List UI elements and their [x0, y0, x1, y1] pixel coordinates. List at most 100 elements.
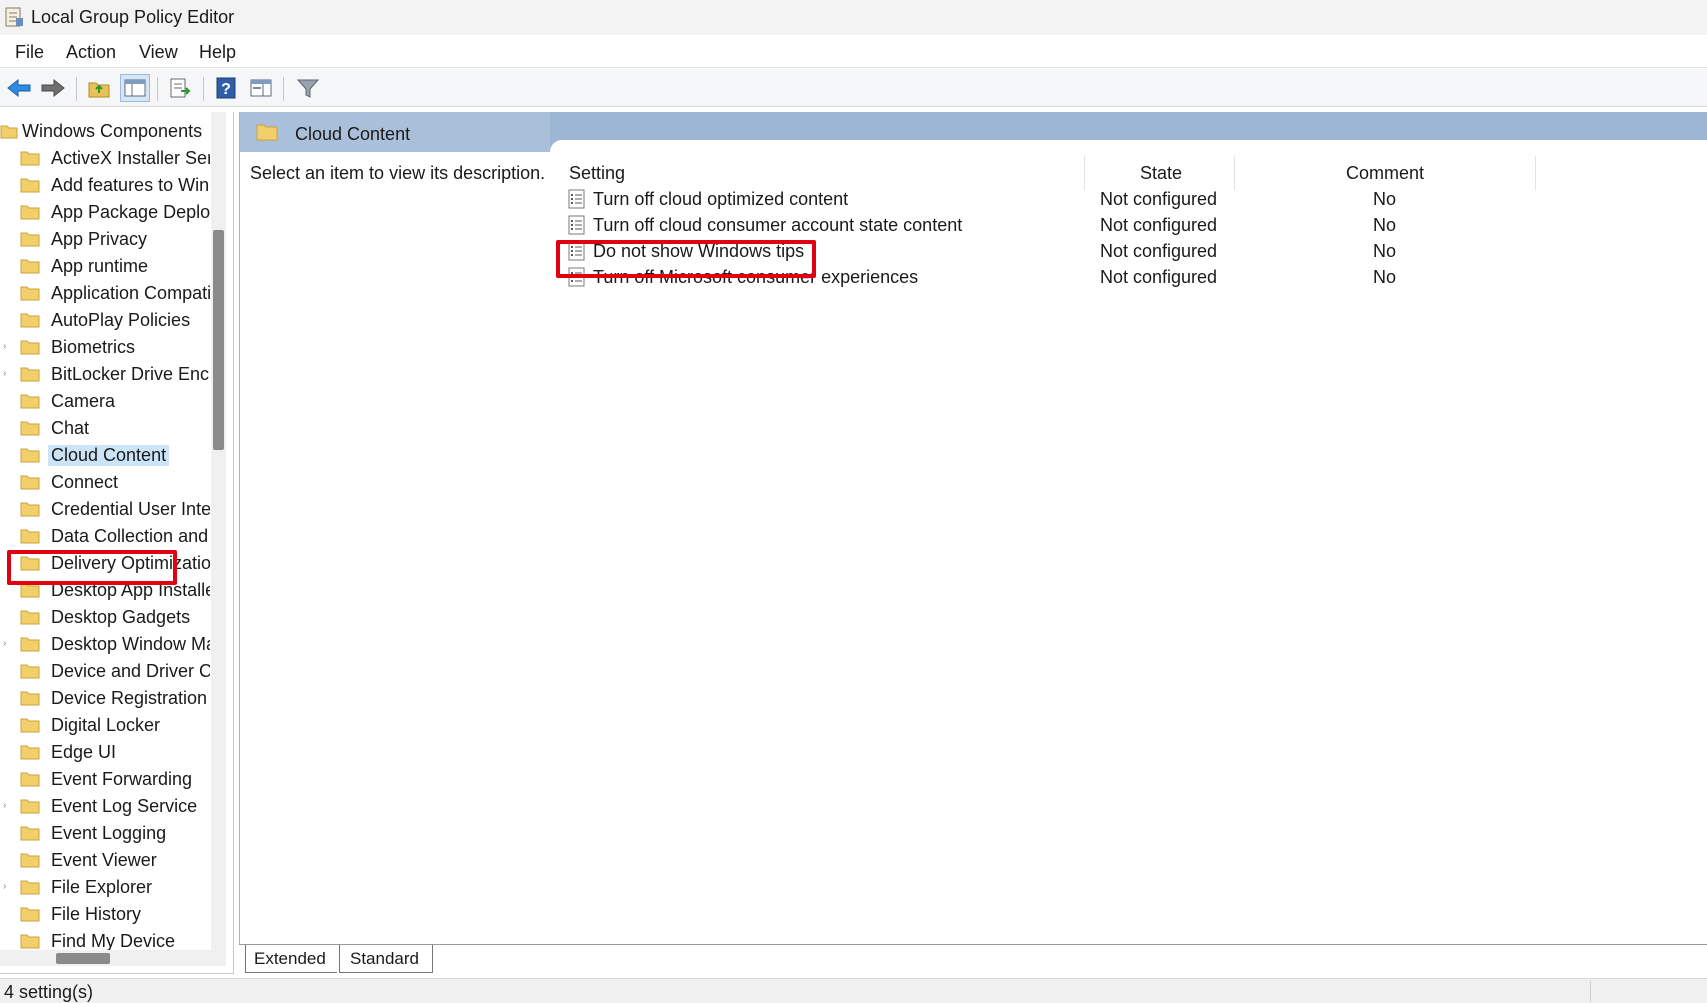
- tree-item[interactable]: App runtime: [0, 253, 210, 280]
- folder-icon: [20, 313, 40, 328]
- tree-item[interactable]: File History: [0, 901, 210, 928]
- folder-icon: [20, 178, 40, 193]
- tree-item-label: ActiveX Installer Service: [51, 148, 210, 168]
- folder-icon: [20, 232, 40, 247]
- column-header-setting[interactable]: Setting: [569, 163, 625, 184]
- content-header-title: Cloud Content: [295, 124, 411, 144]
- tree-item[interactable]: Device and Driver Compatibility: [0, 658, 210, 685]
- expand-chevron-icon[interactable]: ›: [3, 638, 6, 649]
- tree-item[interactable]: Add features to Windows: [0, 172, 210, 199]
- menu-help[interactable]: Help: [199, 42, 236, 63]
- status-divider: [1590, 981, 1591, 1002]
- column-separator[interactable]: [1535, 156, 1536, 190]
- setting-row[interactable]: Turn off cloud consumer account state co…: [240, 212, 1707, 240]
- back-button[interactable]: [4, 74, 34, 102]
- setting-row[interactable]: Turn off cloud optimized content Not conf…: [240, 186, 1707, 214]
- folder-icon: [20, 529, 40, 544]
- toolbar: ?: [0, 69, 1707, 107]
- setting-row[interactable]: Do not show Windows tips Not configured No: [240, 238, 1707, 266]
- setting-row[interactable]: Turn off Microsoft consumer experiences N…: [240, 264, 1707, 292]
- title-bar: Local Group Policy Editor: [0, 0, 1707, 35]
- forward-button[interactable]: [38, 74, 68, 102]
- tree-item[interactable]: Device Registration: [0, 685, 210, 712]
- tree-root-windows-components[interactable]: Windows Components: [0, 118, 220, 144]
- back-icon: [7, 78, 31, 98]
- tree-horizontal-scrollbar[interactable]: [0, 950, 226, 966]
- policy-setting-icon: [568, 241, 585, 261]
- help-button[interactable]: ?: [211, 74, 241, 102]
- tree-item-label: Digital Locker: [51, 715, 161, 735]
- tree-item[interactable]: Application Compatibility: [0, 280, 210, 307]
- tree-item[interactable]: App Package Deployment: [0, 199, 210, 226]
- expand-chevron-icon[interactable]: ›: [3, 368, 6, 379]
- tree-item[interactable]: Event Logging: [0, 820, 210, 847]
- tree-item[interactable]: Delivery Optimization: [0, 550, 210, 577]
- folder-icon: [20, 259, 40, 274]
- properties-button[interactable]: [246, 74, 276, 102]
- tree-item[interactable]: Credential User Interface: [0, 496, 210, 523]
- export-list-button[interactable]: [165, 74, 195, 102]
- setting-name: Do not show Windows tips: [593, 241, 805, 261]
- tree-item-label: App Package Deployment: [51, 202, 210, 222]
- tree-item-label: Event Log Service: [51, 796, 198, 816]
- expand-chevron-icon[interactable]: ›: [3, 800, 6, 811]
- tab-standard[interactable]: Standard: [339, 945, 433, 973]
- tree-item[interactable]: › Event Log Service: [0, 793, 210, 820]
- tree-item-label: Device and Driver Compatibility: [51, 661, 210, 681]
- tree-item[interactable]: Cloud Content: [0, 442, 210, 469]
- status-count: 4 setting(s): [4, 982, 94, 1002]
- menu-action[interactable]: Action: [66, 42, 116, 63]
- policy-editor-app-icon: [5, 7, 23, 27]
- tree-item[interactable]: › File Explorer: [0, 874, 210, 901]
- expand-chevron-icon[interactable]: ›: [3, 341, 6, 352]
- tree-item-label: Chat: [51, 418, 90, 438]
- column-header-comment[interactable]: Comment: [1346, 163, 1424, 184]
- tree-item-label: Desktop App Installer: [51, 580, 210, 600]
- menu-file[interactable]: File: [15, 42, 44, 63]
- column-header-state[interactable]: State: [1140, 163, 1182, 184]
- tree-item[interactable]: App Privacy: [0, 226, 210, 253]
- tree-item[interactable]: Camera: [0, 388, 210, 415]
- tree-item-label: Event Viewer: [51, 850, 157, 870]
- folder-icon: [256, 124, 278, 141]
- tree-item[interactable]: Edge UI: [0, 739, 210, 766]
- folder-icon: [20, 664, 40, 679]
- folder-icon: [20, 286, 40, 301]
- menu-view[interactable]: View: [139, 42, 178, 63]
- tree-item-label: App runtime: [51, 256, 149, 276]
- tree-item[interactable]: Event Viewer: [0, 847, 210, 874]
- tree-item[interactable]: Data Collection and Preview Builds: [0, 523, 210, 550]
- tab-extended[interactable]: Extended: [245, 945, 337, 973]
- tree-item-label: Credential User Interface: [51, 499, 210, 519]
- tree-horizontal-scroll-thumb[interactable]: [56, 953, 110, 964]
- tree-item-label: Cloud Content: [48, 445, 170, 466]
- show-hide-tree-button[interactable]: [120, 74, 150, 102]
- tree-item[interactable]: Chat: [0, 415, 210, 442]
- svg-text:?: ?: [221, 81, 231, 98]
- tree-item[interactable]: Digital Locker: [0, 712, 210, 739]
- window-title: Local Group Policy Editor: [31, 7, 235, 27]
- tree-item[interactable]: › Desktop Window Manager: [0, 631, 210, 658]
- tree-vertical-scroll-thumb[interactable]: [213, 230, 224, 450]
- tree-item-label: File Explorer: [51, 877, 153, 897]
- folder-icon: [20, 448, 40, 463]
- tree-item[interactable]: Event Forwarding: [0, 766, 210, 793]
- tree-item[interactable]: › Biometrics: [0, 334, 210, 361]
- column-separator[interactable]: [1234, 156, 1235, 190]
- up-one-level-button[interactable]: [84, 74, 114, 102]
- tree-item[interactable]: ActiveX Installer Service: [0, 145, 210, 172]
- folder-icon: [20, 826, 40, 841]
- tree-item[interactable]: Desktop Gadgets: [0, 604, 210, 631]
- tree-item[interactable]: Connect: [0, 469, 210, 496]
- filter-button[interactable]: [293, 74, 323, 102]
- expand-chevron-icon[interactable]: ›: [3, 881, 6, 892]
- tree-item-label: Add features to Windows: [51, 175, 210, 195]
- tree-vertical-scrollbar[interactable]: [211, 112, 226, 950]
- tree-item[interactable]: › BitLocker Drive Encryption: [0, 361, 210, 388]
- navigation-tree[interactable]: Windows Components ActiveX Installer Ser…: [0, 112, 234, 974]
- setting-comment: No: [1373, 189, 1397, 209]
- column-separator[interactable]: [1084, 156, 1085, 190]
- tree-item[interactable]: AutoPlay Policies: [0, 307, 210, 334]
- policy-setting-icon: [568, 215, 585, 235]
- tree-item[interactable]: Desktop App Installer: [0, 577, 210, 604]
